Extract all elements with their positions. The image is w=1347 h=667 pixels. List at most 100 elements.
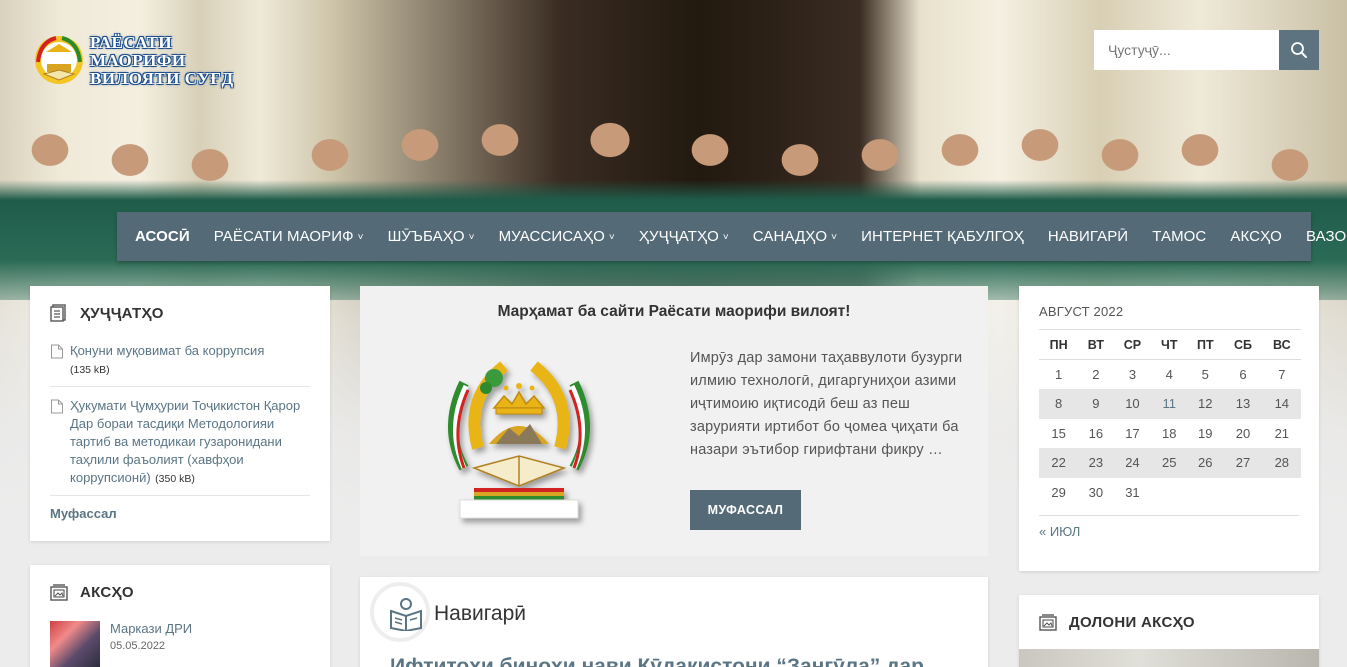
- calendar-day: 20: [1235, 425, 1251, 441]
- header-photo-people: [0, 110, 1347, 300]
- photos-widget: АКСҲО Маркази ДРИ 05.05.2022: [30, 565, 330, 667]
- tajikistan-emblem-image: [448, 361, 590, 519]
- calendar-day: [1263, 478, 1301, 508]
- document-size: (135 kB): [70, 364, 110, 376]
- photo-album-icon: [50, 584, 68, 601]
- weekday-header: ПТ: [1187, 329, 1224, 360]
- photo-thumbnail[interactable]: [50, 621, 100, 667]
- logo-line-2: МАОРИФИ: [90, 51, 186, 70]
- reader-book-icon: [390, 598, 422, 631]
- albums-widget-title: ДОЛОНИ АКСҲО: [1039, 613, 1299, 631]
- nav-item-news[interactable]: НАВИГАРӢ: [1048, 228, 1128, 245]
- calendar-day: 4: [1165, 367, 1173, 382]
- calendar-day: 30: [1088, 484, 1104, 500]
- calendar-day: [1187, 478, 1223, 508]
- search-input[interactable]: [1094, 30, 1279, 70]
- documents-widget: ҲУҶҶАТҲО Қонуни муқовимат ба коррупсия (…: [30, 286, 330, 541]
- logo-line-1: РАЁСАТИ: [90, 33, 173, 52]
- documents-more-link[interactable]: Муфассал: [50, 506, 310, 521]
- weekday-header: ВТ: [1078, 329, 1114, 360]
- news-headline-link[interactable]: Ифтитоҳи биноҳи нави Кӯдакистони “Зангӯл…: [390, 655, 960, 667]
- document-list-icon: [50, 304, 66, 322]
- calendar-day: 25: [1151, 448, 1188, 478]
- photo-item[interactable]: Маркази ДРИ 05.05.2022: [50, 621, 310, 667]
- nav-item-contact[interactable]: ТАМОС: [1152, 228, 1206, 245]
- document-item: Қонуни муқовимат ба коррупсия (135 kB): [50, 332, 310, 387]
- calendar-day: 7: [1278, 367, 1286, 382]
- document-link[interactable]: Қонуни муқовимат ба коррупсия: [70, 342, 264, 360]
- nav-item-acts[interactable]: САНАДҲО ˅: [753, 228, 837, 245]
- photo-date: 05.05.2022: [110, 640, 166, 652]
- nav-item-ministry[interactable]: ВАЗОРАТ: [1306, 228, 1347, 245]
- weekday-header: ВС: [1262, 329, 1301, 360]
- calendar-day: 26: [1187, 448, 1224, 478]
- chevron-down-icon: ˅: [608, 232, 615, 243]
- calendar-day: 18: [1162, 425, 1177, 441]
- calendar-day: 31: [1125, 484, 1140, 500]
- calendar-day: 2: [1092, 367, 1100, 382]
- emblem-icon: [35, 36, 83, 84]
- nav-item-photos[interactable]: АКСҲО: [1230, 228, 1282, 245]
- welcome-title: Марҳамат ба сайти Раёсати маорифи вилоят…: [497, 303, 851, 320]
- search-button[interactable]: [1279, 30, 1319, 70]
- calendar-day: 19: [1198, 425, 1213, 441]
- calendar-day-link[interactable]: 11: [1151, 389, 1188, 419]
- calendar-prev-month-link[interactable]: « ИЮЛ: [1039, 515, 1299, 539]
- calendar-day: [1151, 478, 1187, 508]
- calendar-day: 14: [1262, 389, 1301, 419]
- calendar-day: 17: [1125, 425, 1140, 441]
- news-panel: Навигарӣ Ифтитоҳи биноҳи нави Кӯдакистон…: [360, 577, 988, 667]
- nav-item-divisions[interactable]: ШӮЪБАҲО ˅: [388, 228, 475, 245]
- weekday-header: СБ: [1223, 329, 1263, 360]
- chevron-down-icon: ˅: [357, 232, 364, 243]
- photo-album-icon: [1039, 614, 1057, 631]
- nav-item-home[interactable]: АСОСӢ: [135, 228, 190, 245]
- calendar-week: 22 23 24 25 26 27 28: [1039, 448, 1301, 478]
- welcome-text: Имрӯз дар замони таҳаввулоти бузурги илм…: [690, 350, 963, 458]
- calendar-table: ПН ВТ СР ЧТ ПТ СБ ВС 1 2 3 4 5 6 7 8 9 1…: [1039, 329, 1301, 507]
- welcome-panel: Марҳамат ба сайти Раёсати маорифи вилоят…: [360, 286, 988, 556]
- weekday-header: ПН: [1039, 329, 1079, 360]
- calendar-day: 13: [1223, 389, 1263, 419]
- search-icon: [1291, 42, 1307, 58]
- nav-item-documents[interactable]: ҲУҶҶАТҲО ˅: [639, 228, 729, 245]
- document-link[interactable]: Ҳукумати Ҷумҳурии Тоҷикистон Қарор Дар б…: [70, 398, 300, 485]
- documents-widget-title: ҲУҶҶАТҲО: [50, 304, 310, 322]
- calendar-week: 15 16 17 18 19 20 21: [1039, 419, 1301, 449]
- calendar-day: [1223, 478, 1262, 508]
- calendar-day: 15: [1051, 425, 1066, 441]
- calendar-day: 6: [1239, 367, 1247, 382]
- calendar-day: 3: [1128, 367, 1137, 382]
- main-nav: АСОСӢ РАЁСАТИ МАОРИФ ˅ ШӮЪБАҲО ˅ МУАССИСАҲ…: [117, 212, 1347, 261]
- calendar-caption: АВГУСТ 2022: [1039, 304, 1124, 319]
- calendar-day: 1: [1055, 367, 1063, 382]
- calendar-week: 8 9 10 11 12 13 14: [1039, 389, 1301, 419]
- document-item: Ҳукумати Ҷумҳурии Тоҷикистон Қарор Дар б…: [50, 387, 310, 496]
- site-logo[interactable]: РАЁСАТИ МАОРИФИ ВИЛОЯТИ СУҒД: [30, 30, 234, 88]
- calendar-day: 8: [1039, 389, 1079, 419]
- nav-item-education-dept[interactable]: РАЁСАТИ МАОРИФ ˅: [214, 228, 364, 245]
- nav-item-institutions[interactable]: МУАССИСАҲО ˅: [499, 228, 615, 245]
- chevron-down-icon: ˅: [831, 232, 838, 243]
- news-header: Навигарӣ: [388, 597, 526, 631]
- calendar-day: 16: [1088, 425, 1104, 441]
- calendar-day: 5: [1201, 367, 1209, 382]
- photo-title[interactable]: Маркази ДРИ: [110, 621, 192, 637]
- chevron-down-icon: ˅: [468, 232, 475, 243]
- calendar-day: 29: [1051, 484, 1066, 500]
- more-button[interactable]: МУФАССАЛ: [690, 490, 801, 530]
- album-thumbnail[interactable]: [1019, 649, 1319, 667]
- nav-item-internet-reception[interactable]: ИНТЕРНЕТ ҚАБУЛГОҲ: [861, 228, 1024, 245]
- document-size: (350 kB): [155, 473, 195, 485]
- albums-widget: ДОЛОНИ АКСҲО: [1019, 595, 1319, 667]
- calendar-day: 9: [1078, 389, 1114, 419]
- calendar-widget: АВГУСТ 2022 ПН ВТ СР ЧТ ПТ СБ ВС 1 2 3 4…: [1019, 286, 1319, 571]
- news-title: Навигарӣ: [434, 602, 527, 625]
- calendar-day: 21: [1274, 425, 1290, 441]
- weekday-header: ЧТ: [1151, 329, 1188, 360]
- calendar-day: 22: [1039, 448, 1079, 478]
- search-form: [1094, 30, 1319, 70]
- photos-widget-title: АКСҲО: [50, 583, 310, 601]
- logo-line-3: ВИЛОЯТИ СУҒД: [90, 69, 234, 88]
- calendar-day: 28: [1262, 448, 1301, 478]
